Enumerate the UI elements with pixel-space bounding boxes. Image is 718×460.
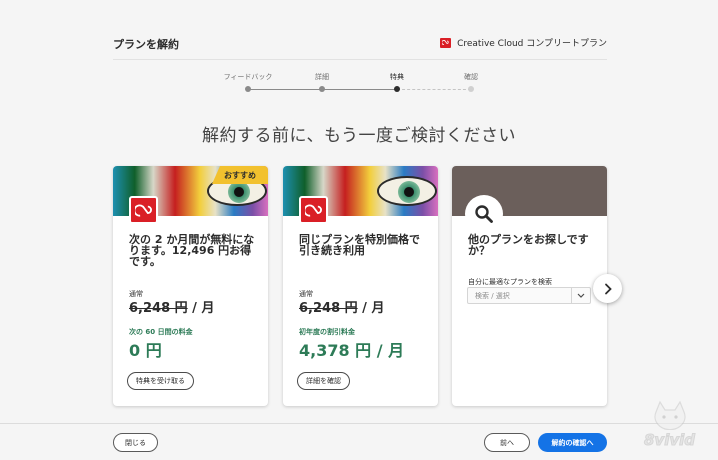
- offer-card-discount: 同じプランを特別価格で引き続き利用: [283, 166, 438, 406]
- card-title: 同じプランを特別価格で引き続き利用: [299, 233, 420, 257]
- confirm-cancel-button[interactable]: 解約の確認へ: [538, 433, 607, 452]
- recommended-badge: おすすめ: [212, 166, 268, 184]
- step-feedback-label: フィードバック: [223, 73, 273, 81]
- step-offer-dot: [394, 86, 400, 92]
- step-feedback-dot: [245, 86, 251, 92]
- creative-cloud-icon: [299, 196, 328, 224]
- card-title: 次の 2 か月間が無料になります。12,496 円お得です。: [129, 233, 255, 268]
- step-confirm-dot: [468, 86, 474, 92]
- claim-offer-button[interactable]: 特典を受け取る: [127, 372, 194, 390]
- step-details-label: 詳細: [315, 73, 329, 81]
- chevron-down-icon[interactable]: [571, 288, 590, 303]
- progress-stepper: フィードバック 詳細 特典 確認: [0, 72, 718, 94]
- page-title: プランを解約: [113, 38, 179, 51]
- step-details-dot: [319, 86, 325, 92]
- offer-card-free-months: おすすめ 次の 2 か月間が無料になります。12,496 円お得です。: [113, 166, 268, 406]
- page-header: プランを解約 Creative Cloud コンプリートプラン: [113, 36, 607, 60]
- find-plan-card: 他のプランをお探しですか？ 自分に最適なプランを検索 検索 / 選択: [452, 166, 607, 406]
- back-button[interactable]: 前へ: [484, 433, 530, 452]
- watermark-text: 8vivid: [643, 431, 696, 450]
- next-card-button[interactable]: [593, 274, 622, 303]
- footer-bar: 閉じる 前へ 解約の確認へ: [0, 423, 718, 460]
- regular-price: 6,248 円 / 月: [129, 301, 215, 316]
- offer-price: 0 円: [129, 341, 162, 360]
- plan-search-label: 自分に最適なプランを検索: [468, 278, 552, 286]
- close-button[interactable]: 閉じる: [113, 433, 158, 452]
- product-label: Creative Cloud コンプリートプラン: [457, 39, 607, 49]
- headline: 解約する前に、もう一度ご検討ください: [202, 126, 516, 146]
- offer-price-label: 初年度の割引料金: [299, 328, 355, 336]
- select-placeholder: 検索 / 選択: [475, 292, 510, 300]
- product-name: Creative Cloud コンプリートプラン: [440, 36, 607, 49]
- step-confirm-label: 確認: [464, 73, 478, 81]
- card-title: 他のプランをお探しですか？: [468, 233, 589, 257]
- search-icon: [465, 195, 503, 233]
- plan-search-select[interactable]: 検索 / 選択: [467, 287, 591, 304]
- watermark-logo: 8vivid: [640, 400, 700, 452]
- offer-price: 4,378 円 / 月: [299, 341, 405, 360]
- chevron-right-icon: [604, 283, 612, 294]
- see-details-button[interactable]: 詳細を確認: [297, 372, 350, 390]
- regular-price: 6,248 円 / 月: [299, 301, 385, 316]
- step-offer-label: 特典: [390, 73, 404, 81]
- creative-cloud-icon: [440, 37, 452, 48]
- creative-cloud-icon: [129, 196, 158, 224]
- step-line-pending: [397, 89, 471, 90]
- offer-price-label: 次の 60 日間の料金: [129, 328, 193, 336]
